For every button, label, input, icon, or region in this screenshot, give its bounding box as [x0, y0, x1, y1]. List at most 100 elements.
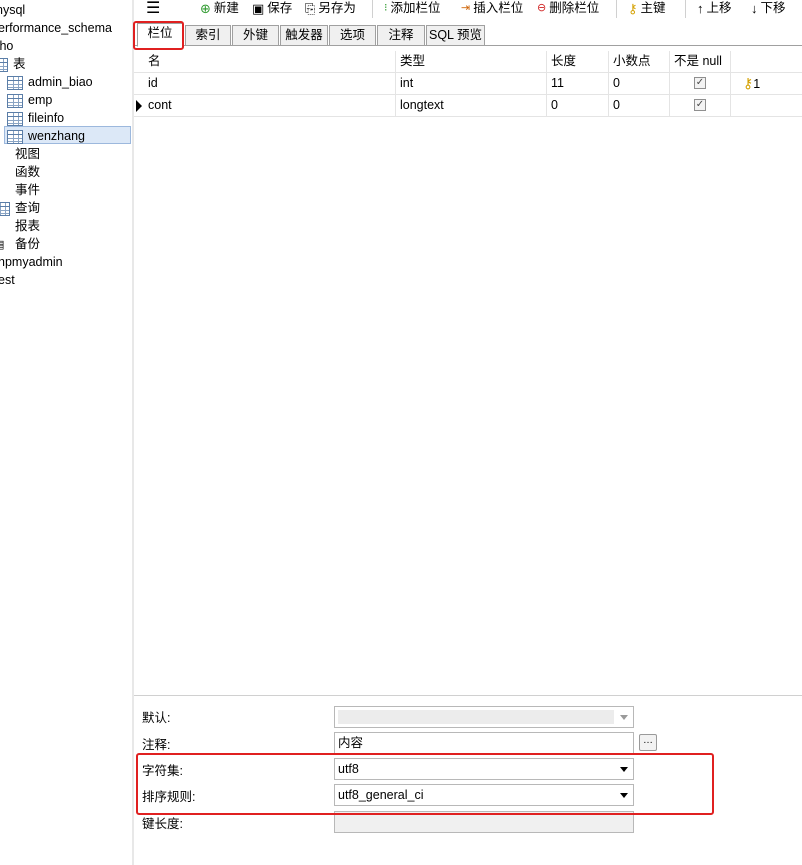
- delete-field-button[interactable]: ⊖ 删除栏位: [537, 0, 599, 18]
- tab-label: 触发器: [285, 28, 323, 42]
- fields-grid: 名 类型 长度 小数点 不是 null id int 11 0 ✓ ⚷1 con…: [134, 51, 802, 691]
- queries-icon: [0, 201, 10, 216]
- key-length-field: [334, 811, 634, 833]
- sidebar-item-queries[interactable]: 查询: [0, 199, 40, 217]
- sidebar-item-fileinfo[interactable]: fileinfo: [7, 109, 64, 127]
- backups-icon: ▤: [0, 238, 10, 252]
- column-header-name[interactable]: 名: [144, 51, 396, 73]
- sidebar-item-admin-biao[interactable]: admin_biao: [7, 73, 93, 91]
- sidebar-item-label: 报表: [15, 219, 41, 233]
- tab-sql-preview[interactable]: SQL 预览: [426, 25, 485, 46]
- tab-label: 选项: [339, 28, 365, 42]
- tab-indexes[interactable]: 索引: [185, 25, 231, 46]
- comment-edit-button[interactable]: …: [639, 734, 657, 751]
- field-name-cell[interactable]: cont: [144, 95, 396, 117]
- sidebar-item-views[interactable]: ▸ 视图: [0, 145, 40, 163]
- save-as-icon: ⎘: [305, 1, 316, 17]
- field-decimals-cell[interactable]: 0: [609, 95, 670, 117]
- table-row[interactable]: cont longtext 0 0 ✓: [134, 95, 802, 117]
- sidebar-tree: nysql erformance_schema tho 表 admin_biao…: [0, 0, 132, 865]
- sidebar-item-db-performance-schema[interactable]: erformance_schema: [0, 19, 112, 37]
- add-field-icon: ⁝: [384, 2, 388, 15]
- arrow-up-icon: ↑: [697, 1, 704, 17]
- primary-key-icon: ⚷: [628, 1, 638, 17]
- hamburger-menu-icon: ☰: [146, 0, 161, 18]
- key-order: 1: [753, 77, 761, 91]
- sidebar-item-label: 表: [13, 57, 26, 71]
- tab-label: 外键: [242, 28, 268, 42]
- tab-label: 注释: [388, 28, 414, 42]
- not-null-cell: ✓: [670, 73, 731, 95]
- charset-label: 字符集:: [142, 764, 183, 778]
- sidebar-item-tables[interactable]: 表: [0, 55, 26, 73]
- collation-value: utf8_general_ci: [338, 788, 424, 802]
- events-icon: ◔: [0, 184, 10, 198]
- table-row[interactable]: id int 11 0 ✓ ⚷1: [134, 73, 802, 95]
- move-down-button[interactable]: ↓ 下移: [751, 0, 786, 18]
- column-header-key: [731, 51, 802, 73]
- sidebar-item-label: emp: [28, 93, 53, 107]
- sidebar-item-db-test[interactable]: est: [0, 271, 15, 289]
- field-type-cell[interactable]: int: [396, 73, 547, 95]
- sidebar-item-label: erformance_schema: [0, 21, 112, 35]
- sidebar-item-functions[interactable]: ) 函数: [0, 163, 40, 181]
- sidebar-item-label: 备份: [15, 237, 41, 251]
- table-icon: [7, 75, 23, 90]
- column-header-length[interactable]: 长度: [547, 51, 609, 73]
- sidebar-item-events[interactable]: ◔ 事件: [0, 181, 40, 199]
- field-decimals-cell[interactable]: 0: [609, 73, 670, 95]
- primary-key-button[interactable]: ⚷ 主键: [628, 0, 666, 18]
- column-header-decimals[interactable]: 小数点: [609, 51, 670, 73]
- arrow-down-icon: ↓: [751, 1, 758, 17]
- sidebar-item-backups[interactable]: ▤ 备份: [0, 235, 40, 253]
- sidebar-item-wenzhang[interactable]: wenzhang: [4, 126, 131, 144]
- sidebar-item-label: tho: [0, 39, 14, 53]
- sidebar-item-label: 视图: [15, 147, 41, 161]
- menu-button[interactable]: ☰: [146, 0, 163, 18]
- insert-field-button-label: 插入栏位: [473, 1, 524, 15]
- comment-field[interactable]: 内容: [334, 732, 634, 754]
- save-as-button[interactable]: ⎘ 另存为: [305, 0, 356, 18]
- collation-label: 排序规则:: [142, 790, 196, 804]
- tab-options[interactable]: 选项: [329, 25, 376, 46]
- reports-icon: ▯: [0, 220, 10, 234]
- tab-triggers[interactable]: 触发器: [280, 25, 328, 46]
- column-header-not-null[interactable]: 不是 null: [670, 51, 731, 73]
- sidebar-item-emp[interactable]: emp: [7, 91, 52, 109]
- sidebar-item-label: admin_biao: [28, 75, 93, 89]
- toolbar-separator: [372, 0, 373, 18]
- field-length-cell[interactable]: 0: [547, 95, 609, 117]
- collation-dropdown[interactable]: utf8_general_ci: [334, 784, 634, 806]
- default-dropdown[interactable]: [334, 706, 634, 728]
- table-icon: [7, 129, 23, 144]
- toolbar-separator: [616, 0, 617, 18]
- tab-foreign-keys[interactable]: 外键: [232, 25, 279, 46]
- sidebar-item-label: est: [0, 273, 15, 287]
- save-button[interactable]: ▣ 保存: [252, 0, 292, 18]
- column-header-type[interactable]: 类型: [396, 51, 547, 73]
- primary-key-button-label: 主键: [640, 1, 666, 15]
- primary-key-icon: ⚷: [743, 75, 754, 91]
- new-button[interactable]: ⊕ 新建: [200, 0, 239, 18]
- sidebar-item-db-tho[interactable]: tho: [0, 37, 13, 55]
- field-length-cell[interactable]: 11: [547, 73, 609, 95]
- add-field-button[interactable]: ⁝ 添加栏位: [384, 0, 441, 18]
- key-cell: [731, 95, 802, 117]
- chevron-down-icon: [620, 793, 628, 798]
- field-type-cell[interactable]: longtext: [396, 95, 547, 117]
- save-icon: ▣: [252, 1, 265, 17]
- delete-field-button-label: 删除栏位: [549, 1, 600, 15]
- sidebar-item-label: nysql: [0, 3, 26, 17]
- tab-comment[interactable]: 注释: [377, 25, 425, 46]
- not-null-checkbox[interactable]: ✓: [694, 98, 706, 111]
- not-null-checkbox[interactable]: ✓: [694, 76, 706, 89]
- insert-field-button[interactable]: ⇥ 插入栏位: [461, 0, 523, 18]
- sidebar-item-reports[interactable]: ▯ 报表: [0, 217, 40, 235]
- sidebar-item-db-mysql[interactable]: nysql: [0, 1, 25, 19]
- tab-fields[interactable]: 栏位: [137, 23, 183, 47]
- sidebar-item-label: 函数: [15, 165, 41, 179]
- move-up-button[interactable]: ↑ 上移: [697, 0, 732, 18]
- charset-dropdown[interactable]: utf8: [334, 758, 634, 780]
- sidebar-item-db-phpmyadmin[interactable]: hpmyadmin: [0, 253, 63, 271]
- field-name-cell[interactable]: id: [144, 73, 396, 95]
